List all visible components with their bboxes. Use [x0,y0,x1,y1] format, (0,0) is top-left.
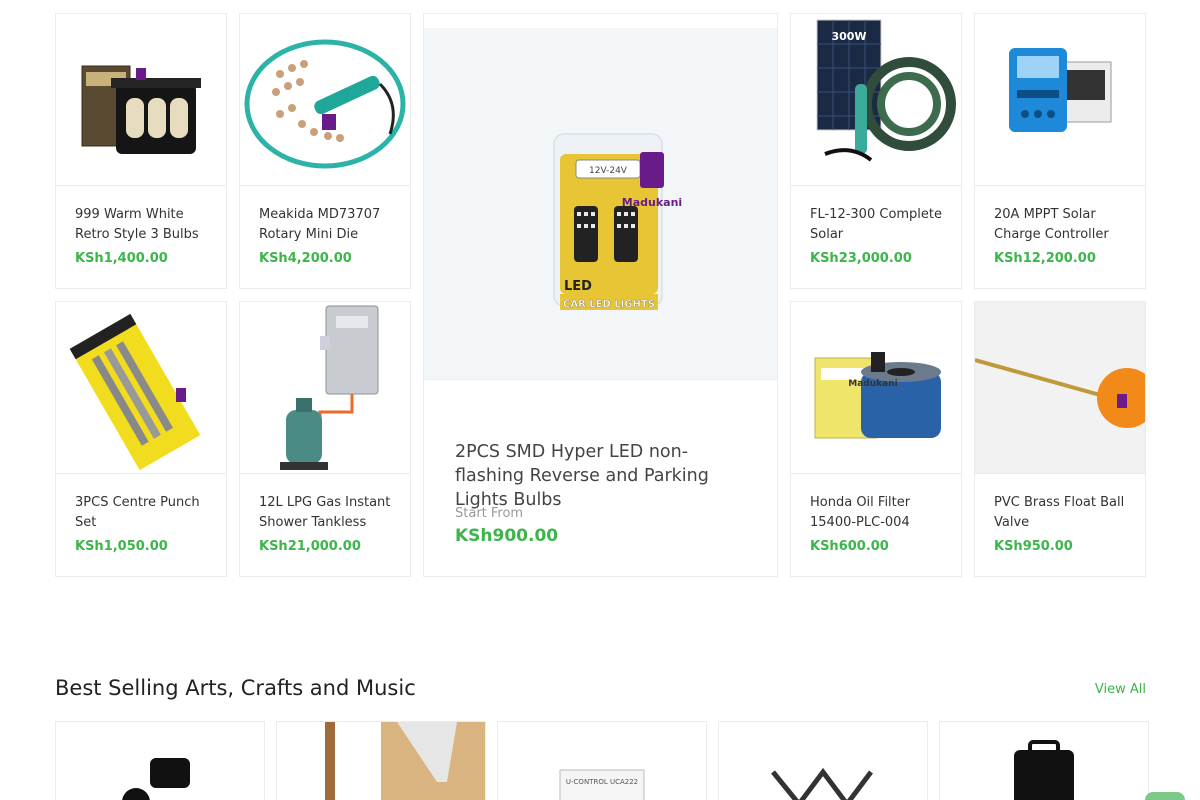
product-card[interactable]: 999 Warm White Retro Style 3 Bulbs KSh1,… [55,13,227,289]
product-card[interactable]: 20A MPPT Solar Charge Controller KSh12,2… [974,13,1146,289]
product-card[interactable]: Meakida MD73707 Rotary Mini Die KSh4,200… [239,13,411,289]
package-brand: LED [564,279,592,294]
product-card[interactable]: PVC Brass Float Ball Valve KSh950.00 [974,301,1146,577]
product-grid: 999 Warm White Retro Style 3 Bulbs KSh1,… [55,13,1146,577]
start-from-label: Start From [455,506,524,521]
product-card[interactable]: 3PCS Centre Punch Set KSh1,050.00 [55,301,227,577]
product-image[interactable]: Madukani [791,302,961,474]
product-name[interactable]: PVC Brass Float Ball Valve [994,493,1134,532]
box-label: U-CONTROL UCA222 [566,778,638,786]
chat-button[interactable] [1145,792,1185,800]
watermark-logo: Madukani [622,196,682,209]
featured-product-image[interactable]: 12V-24V LED CAR LED LIGHTS Madukani [424,28,777,380]
product-image[interactable] [240,14,410,186]
product-name[interactable]: 3PCS Centre Punch Set [75,493,215,532]
product-price: KSh4,200.00 [259,251,352,266]
product-image[interactable] [719,722,927,800]
product-image[interactable] [277,722,485,800]
featured-product-card[interactable]: 12V-24V LED CAR LED LIGHTS Madukani 2PCS… [423,13,778,577]
product-price: KSh1,400.00 [75,251,168,266]
product-card[interactable]: Madukani Honda Oil Filter 15400-PLC-004 … [790,301,962,577]
product-price: KSh21,000.00 [259,539,361,554]
product-image[interactable] [975,302,1145,474]
product-card[interactable]: U-CONTROL UCA222 [497,721,707,800]
product-name[interactable]: Meakida MD73707 Rotary Mini Die [259,205,399,244]
product-image[interactable] [940,722,1148,800]
package-caption: CAR LED LIGHTS [563,299,655,310]
product-card[interactable] [939,721,1149,800]
product-name[interactable]: 999 Warm White Retro Style 3 Bulbs [75,205,215,244]
product-image[interactable]: 300W [791,14,961,186]
section-title: Best Selling Arts, Crafts and Music [55,676,416,700]
product-price: KSh950.00 [994,539,1073,554]
product-name[interactable]: Honda Oil Filter 15400-PLC-004 [810,493,950,532]
product-image[interactable] [56,722,264,800]
view-all-link[interactable]: View All [1095,682,1146,697]
product-image[interactable]: U-CONTROL UCA222 [498,722,706,800]
product-image[interactable] [240,302,410,474]
product-name[interactable]: 12L LPG Gas Instant Shower Tankless [259,493,399,532]
product-image[interactable] [975,14,1145,186]
product-card[interactable]: 300W FL-12-300 Complete Solar KSh23,000.… [790,13,962,289]
product-card[interactable] [718,721,928,800]
product-price: KSh1,050.00 [75,539,168,554]
product-card[interactable]: 12L LPG Gas Instant Shower Tankless KSh2… [239,301,411,577]
featured-product-price: KSh900.00 [455,526,559,546]
watermark-logo: Madukani [848,379,897,389]
product-price: KSh23,000.00 [810,251,912,266]
product-image[interactable] [56,302,226,474]
product-name[interactable]: 20A MPPT Solar Charge Controller [994,205,1134,244]
product-card[interactable] [276,721,486,800]
featured-product-name[interactable]: 2PCS SMD Hyper LED non-flashing Reverse … [455,440,755,512]
product-card[interactable] [55,721,265,800]
panel-wattage: 300W [831,30,866,43]
product-name[interactable]: FL-12-300 Complete Solar [810,205,950,244]
product-image[interactable] [56,14,226,186]
product-price: KSh12,200.00 [994,251,1096,266]
product-price: KSh600.00 [810,539,889,554]
package-voltage: 12V-24V [589,166,628,176]
